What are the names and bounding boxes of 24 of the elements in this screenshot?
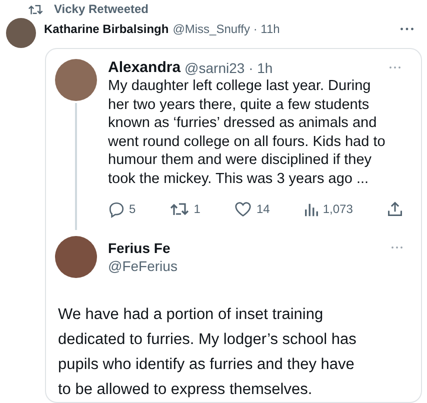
action-count: 14 bbox=[256, 202, 270, 216]
share-icon[interactable] bbox=[386, 201, 403, 218]
avatar[interactable] bbox=[55, 59, 97, 101]
bar-chart-icon[interactable] bbox=[304, 202, 319, 217]
quoted-thread-card[interactable] bbox=[45, 48, 422, 403]
author-handle: @FeFerius bbox=[108, 258, 178, 274]
avatar[interactable] bbox=[6, 18, 36, 48]
author-handle-time: @sarni23 · 1h bbox=[184, 60, 273, 76]
reply-text: We have had a portion of inset training dedicated to furries. My lodger’s school has pupils who identify as furries and they have to be allowed to express themselves. bbox=[58, 304, 358, 400]
retweet-icon[interactable] bbox=[170, 202, 190, 216]
author-name[interactable]: Katharine Birbalsingh bbox=[44, 22, 169, 36]
retweet-label: Vicky Retweeted bbox=[54, 2, 148, 16]
action-count: 1,073 bbox=[322, 202, 353, 216]
tweet-text: My daughter left college last year. During her two years there, quite a few students known as ‘furries’ dressed as animals and went round college on all fours. Kids had to humour them and were disciplined if they took the mickey. This was 3 years ago ... bbox=[108, 77, 386, 189]
action-count: 5 bbox=[129, 202, 136, 216]
reply-icon[interactable] bbox=[108, 200, 125, 218]
author-name[interactable]: Alexandra bbox=[108, 59, 181, 76]
author-handle-time: @Miss_Snuffy · 11h bbox=[172, 22, 280, 36]
author-name[interactable]: Ferius Fe bbox=[108, 240, 380, 256]
avatar[interactable] bbox=[55, 236, 97, 278]
action-count: 1 bbox=[194, 202, 200, 216]
more-icon[interactable] bbox=[400, 27, 414, 31]
heart-icon[interactable] bbox=[234, 201, 252, 218]
retweet-icon bbox=[28, 4, 44, 14]
